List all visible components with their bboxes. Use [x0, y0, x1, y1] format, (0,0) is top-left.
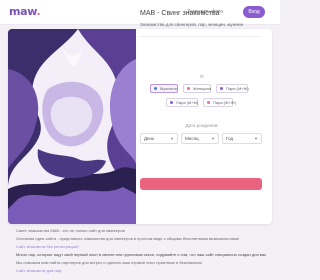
i-am-label: Я:: [199, 74, 205, 79]
option-female[interactable]: Женщина: [183, 84, 211, 93]
birth-year-select[interactable]: Год ▼: [222, 133, 262, 144]
option-couple-mm[interactable]: Пара (М+М): [166, 98, 198, 107]
intro-line-3[interactable]: Сайт знакомств без регистрации?: [16, 244, 266, 249]
submit-button[interactable]: [140, 178, 262, 190]
option-male[interactable]: Мужчина: [150, 84, 178, 93]
couple-icon: [170, 101, 173, 104]
select-value: Месяц: [185, 136, 199, 141]
select-value: Год: [226, 136, 234, 141]
intro-line-5: Мы поможем вам найти партнеров для встре…: [16, 260, 202, 265]
intro-line-2: Основная идея сайта - представить знаком…: [16, 236, 240, 241]
couple-icon: [220, 87, 223, 90]
birthdate-label: Дата рождения:: [185, 123, 219, 128]
intro-line-1: Свинг знакомства MAB - это не только сай…: [16, 228, 125, 233]
login-button[interactable]: Вход: [243, 6, 265, 18]
couple-icon: [207, 101, 210, 104]
hero-artwork: [8, 29, 136, 224]
option-couple-ff[interactable]: Пара (Ж+Ж): [203, 98, 237, 107]
intro-line-4: Много пар, которые ищут свой первый опыт…: [16, 252, 266, 257]
female-icon: [187, 87, 190, 90]
option-label: Пара (Ж+Ж): [213, 100, 237, 105]
page-title: MAB - Свинг знакомства: [140, 10, 220, 17]
page-subtitle: Знакомства для свингеров, пар, женщин, м…: [140, 22, 244, 27]
option-label: Пара (М+М): [176, 100, 199, 105]
chevron-down-icon: ▼: [211, 136, 215, 141]
option-label: Пара (М+Ж): [226, 86, 249, 91]
logo-text: maw: [9, 5, 37, 18]
birth-month-select[interactable]: Месяц ▼: [181, 133, 219, 144]
option-label: Мужчина: [160, 86, 177, 91]
intro-line-6[interactable]: Сайт знакомств для пар:: [16, 268, 266, 273]
select-value: День: [144, 136, 155, 141]
chevron-down-icon: ▼: [254, 136, 258, 141]
birth-day-select[interactable]: День ▼: [140, 133, 178, 144]
site-logo[interactable]: maw.: [9, 5, 41, 18]
option-label: Женщина: [193, 86, 212, 91]
chevron-down-icon: ▼: [170, 136, 174, 141]
male-icon: [154, 87, 157, 90]
logo-dot: .: [36, 5, 41, 18]
option-couple-mf[interactable]: Пара (М+Ж): [216, 84, 249, 93]
form-divider: [140, 36, 260, 37]
